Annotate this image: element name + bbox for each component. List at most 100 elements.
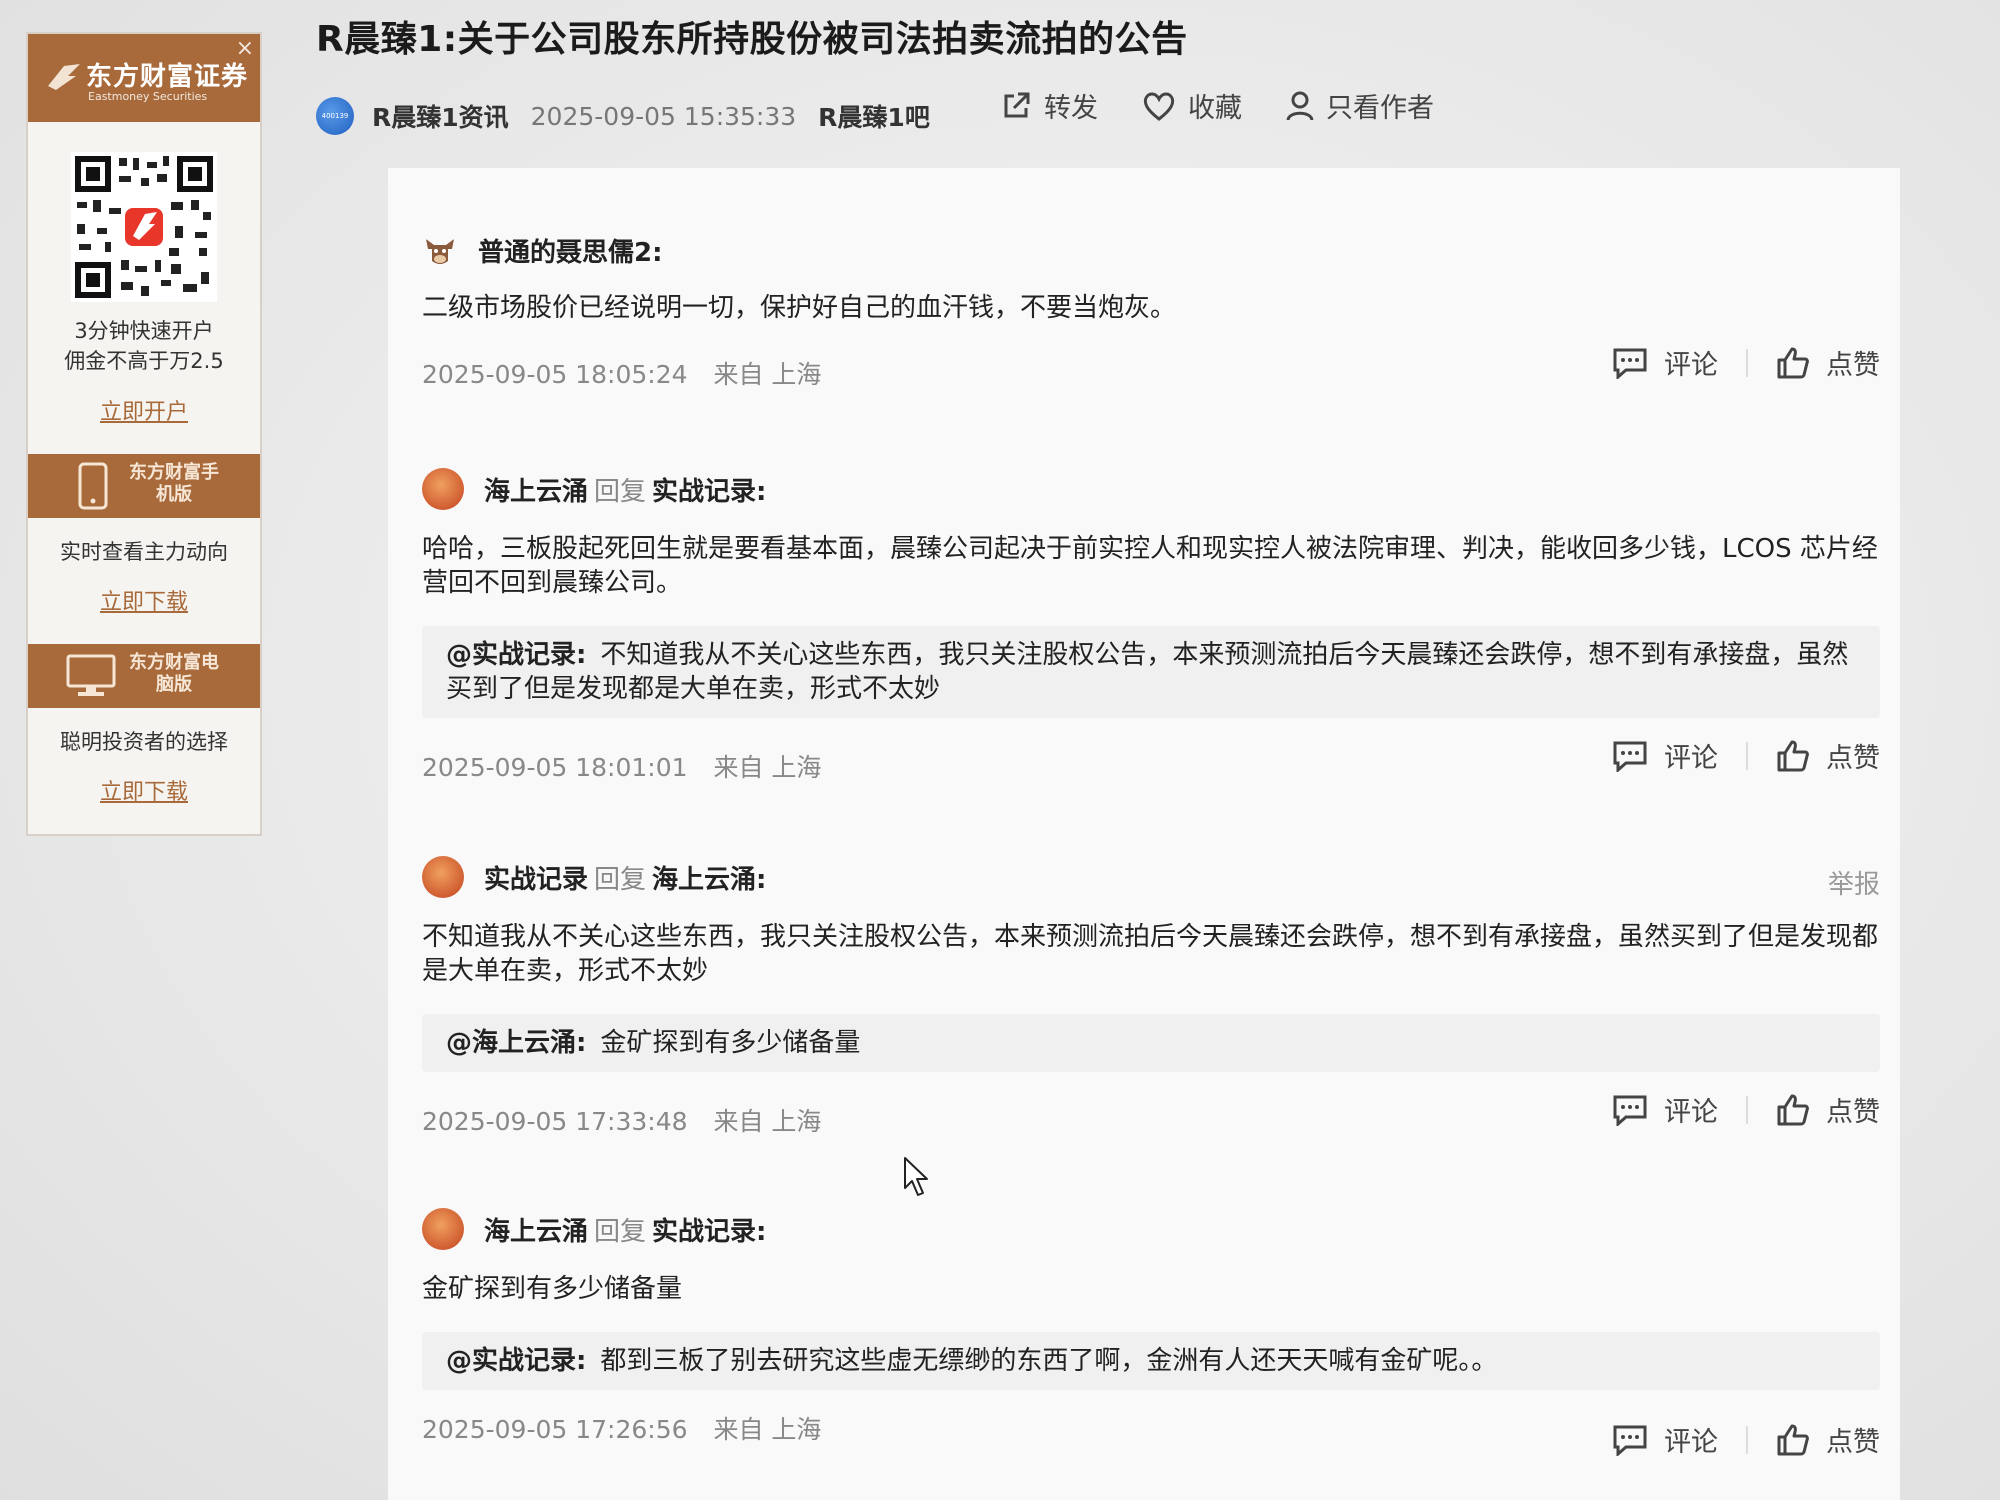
pc-app-banner[interactable]: 东方财富电脑版 bbox=[28, 644, 260, 708]
comment-author[interactable]: 实战记录 bbox=[484, 859, 588, 896]
quote-author[interactable]: @海上云涌: bbox=[446, 1028, 586, 1058]
qr-promo-line2: 佣金不高于万2.5 bbox=[64, 349, 224, 373]
comment-bubble-icon bbox=[1613, 1095, 1647, 1126]
comment-bubble-icon bbox=[1613, 1425, 1647, 1456]
comment-author[interactable]: 海上云涌 bbox=[484, 471, 588, 508]
reply-label: 回复 bbox=[594, 864, 647, 895]
user-icon bbox=[1286, 91, 1314, 121]
like-button[interactable]: 点赞 bbox=[1776, 343, 1880, 382]
comment-item: 海上云涌 回复 实战记录: 金矿探到有多少储备量 @实战记录: 都到三板了别去研究… bbox=[422, 1208, 1880, 1458]
tool-divider bbox=[1746, 348, 1748, 377]
mobile-app-banner[interactable]: 东方财富手机版 bbox=[28, 454, 260, 518]
brand-name: 东方财富证券 bbox=[86, 62, 249, 92]
open-account-link[interactable]: 立即开户 bbox=[28, 394, 260, 426]
quote-text: 不知道我从不关心这些东西，我只关注股权公告，本来预测流拍后今天晨臻还会跌停，想不… bbox=[446, 640, 1849, 704]
author-only-button[interactable]: 只看作者 bbox=[1286, 86, 1434, 125]
like-button[interactable]: 点赞 bbox=[1776, 1090, 1880, 1129]
desktop-monitor-icon bbox=[66, 654, 116, 696]
user-avatar[interactable] bbox=[422, 468, 464, 510]
comment-label: 评论 bbox=[1664, 1427, 1718, 1458]
comment-time: 2025-09-05 17:33:48 bbox=[422, 1107, 688, 1136]
author-only-label: 只看作者 bbox=[1326, 93, 1434, 124]
qr-code-icon bbox=[71, 152, 217, 302]
qr-promo-line1: 3分钟快速开户 bbox=[74, 319, 214, 343]
user-avatar[interactable] bbox=[422, 1208, 464, 1250]
like-label: 点赞 bbox=[1826, 743, 1880, 774]
comment-header: 实战记录 回复 海上云涌: bbox=[422, 856, 1880, 898]
comment-author[interactable]: 海上云涌 bbox=[484, 1211, 588, 1248]
tool-divider bbox=[1746, 1425, 1748, 1454]
comment-item: 普通的聂思儒2: 二级市场股价已经说明一切，保护好自己的血汗钱，不要当炮灰。 2… bbox=[422, 232, 1880, 395]
quote-author[interactable]: @实战记录: bbox=[446, 1346, 586, 1376]
post-title: R晨臻1:关于公司股东所持股份被司法拍卖流拍的公告 bbox=[316, 19, 1188, 60]
comment-bubble-icon bbox=[1613, 348, 1647, 379]
quote-author[interactable]: @实战记录: bbox=[446, 640, 586, 670]
favorite-label: 收藏 bbox=[1188, 93, 1242, 124]
reply-target[interactable]: 实战记录: bbox=[652, 471, 766, 508]
comment-author[interactable]: 普通的聂思儒2: bbox=[478, 232, 663, 269]
comment-header: 普通的聂思儒2: bbox=[422, 232, 1880, 269]
like-label: 点赞 bbox=[1826, 350, 1880, 381]
share-icon bbox=[1004, 92, 1030, 117]
mobile-phone-icon bbox=[78, 462, 108, 510]
comment-body: 哈哈，三板股起死回生就是要看基本面，晨臻公司起决于前实控人和现实控人被法院审理、… bbox=[422, 534, 1878, 598]
quote-text: 金矿探到有多少储备量 bbox=[600, 1028, 861, 1058]
comment-location: 来自 上海 bbox=[713, 1107, 822, 1136]
mobile-app-label: 东方财富手机版 bbox=[129, 462, 219, 505]
brand-header: 东方财富证券 Eastmoney Securities × bbox=[28, 34, 260, 122]
tool-divider bbox=[1746, 741, 1748, 770]
comment-header: 海上云涌 回复 实战记录: bbox=[422, 1208, 1880, 1250]
mouse-cursor-icon bbox=[904, 1157, 928, 1196]
like-label: 点赞 bbox=[1826, 1097, 1880, 1128]
comment-tools: 评论 点赞 bbox=[1612, 736, 1880, 775]
user-avatar[interactable] bbox=[422, 856, 464, 898]
thumbs-up-icon bbox=[1777, 740, 1809, 771]
post-author[interactable]: R晨臻1资讯 bbox=[372, 98, 509, 134]
comment-time: 2025-09-05 17:26:56 bbox=[422, 1415, 688, 1444]
reply-target[interactable]: 实战记录: bbox=[652, 1211, 766, 1248]
comment-item: 海上云涌 回复 实战记录: 哈哈，三板股起死回生就是要看基本面，晨臻公司起决于前… bbox=[422, 468, 1880, 788]
pc-app-desc: 聪明投资者的选择 bbox=[60, 730, 228, 754]
comments-panel: 普通的聂思儒2: 二级市场股价已经说明一切，保护好自己的血汗钱，不要当炮灰。 2… bbox=[388, 168, 1900, 1500]
mobile-app-desc: 实时查看主力动向 bbox=[60, 540, 228, 564]
promo-sidebar: 东方财富证券 Eastmoney Securities × 3分钟快速开户 佣金 bbox=[26, 32, 262, 836]
close-icon[interactable]: × bbox=[236, 36, 254, 61]
comment-button[interactable]: 评论 bbox=[1612, 736, 1718, 775]
comment-body: 金矿探到有多少储备量 bbox=[422, 1274, 683, 1304]
comment-header: 海上云涌 回复 实战记录: bbox=[422, 468, 1880, 510]
brand-logo-icon bbox=[48, 64, 80, 90]
quote-text: 都到三板了别去研究这些虚无缥缈的东西了啊，金洲有人还天天喊有金矿呢。。 bbox=[600, 1346, 1498, 1376]
author-avatar[interactable]: 400139 bbox=[316, 97, 354, 135]
comment-location: 来自 上海 bbox=[713, 360, 822, 389]
comment-body: 不知道我从不关心这些东西，我只关注股权公告，本来预测流拍后今天晨臻还会跌停，想不… bbox=[422, 922, 1879, 986]
quoted-reply: @实战记录: 都到三板了别去研究这些虚无缥缈的东西了啊，金洲有人还天天喊有金矿呢。… bbox=[422, 1332, 1880, 1390]
favorite-button[interactable]: 收藏 bbox=[1142, 86, 1242, 125]
like-button[interactable]: 点赞 bbox=[1776, 1420, 1880, 1459]
quoted-reply: @海上云涌: 金矿探到有多少储备量 bbox=[422, 1014, 1880, 1072]
qr-section bbox=[28, 122, 260, 302]
reply-label: 回复 bbox=[594, 476, 647, 507]
share-button[interactable]: 转发 bbox=[1000, 86, 1098, 125]
brand-english-name: Eastmoney Securities bbox=[88, 90, 208, 103]
pc-download-link[interactable]: 立即下载 bbox=[28, 774, 260, 806]
comment-time: 2025-09-05 18:05:24 bbox=[422, 360, 688, 389]
mobile-download-link[interactable]: 立即下载 bbox=[28, 584, 260, 616]
stock-bar-link[interactable]: R晨臻1吧 bbox=[818, 98, 930, 134]
comment-button[interactable]: 评论 bbox=[1612, 1420, 1718, 1459]
heart-icon bbox=[1143, 92, 1175, 121]
comment-footer: 2025-09-05 18:05:24 来自 上海 评论 点赞 bbox=[422, 347, 1880, 395]
reply-target[interactable]: 海上云涌: bbox=[652, 859, 766, 896]
post-time: 2025-09-05 15:35:33 bbox=[530, 101, 797, 131]
comment-label: 评论 bbox=[1664, 1097, 1718, 1128]
comment-footer: 2025-09-05 17:26:56 来自 上海 评论 点赞 bbox=[422, 1410, 1880, 1458]
like-button[interactable]: 点赞 bbox=[1776, 736, 1880, 775]
post-meta: 400139 R晨臻1资讯 2025-09-05 15:35:33 R晨臻1吧 bbox=[316, 96, 930, 136]
comment-button[interactable]: 评论 bbox=[1612, 1090, 1718, 1129]
report-link[interactable]: 举报 bbox=[1828, 864, 1880, 901]
pc-app-label: 东方财富电脑版 bbox=[129, 652, 219, 695]
share-label: 转发 bbox=[1044, 93, 1098, 124]
user-avatar[interactable] bbox=[422, 233, 458, 269]
reply-label: 回复 bbox=[594, 1216, 647, 1247]
comment-button[interactable]: 评论 bbox=[1612, 343, 1718, 382]
comment-bubble-icon bbox=[1613, 741, 1647, 772]
